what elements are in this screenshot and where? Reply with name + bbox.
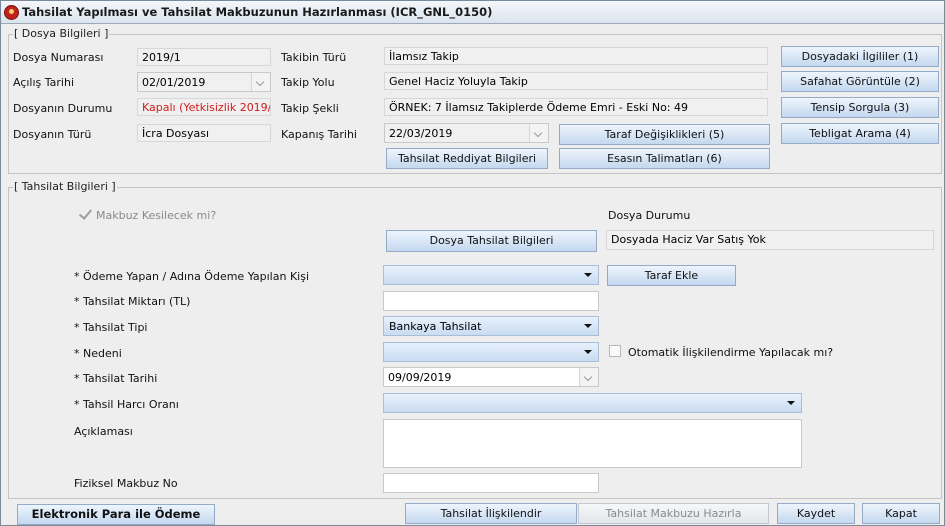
tahsilat-bilgileri-label: [ Tahsilat Bilgileri ] [13, 180, 117, 193]
tahsilat-tipi-label: * Tahsilat Tipi [74, 321, 148, 334]
kapanis-tarihi-value: 22/03/2019 [389, 127, 453, 140]
acilis-tarihi-value: 02/01/2019 [142, 76, 206, 89]
takip-sekli-field: ÖRNEK: 7 İlamsız Takiplerde Ödeme Emri -… [384, 98, 768, 116]
dosya-durumu-field: Dosyada Haciz Var Satış Yok [606, 230, 934, 250]
otomatik-iliskilendirme-label: Otomatik İlişkilendirme Yapılacak mı? [628, 346, 834, 359]
tahsilat-tipi-value: Bankaya Tahsilat [389, 320, 482, 333]
takibin-turu-field: İlamsız Takip [384, 47, 768, 65]
taraf-degisiklikleri-button[interactable]: Taraf Değişiklikleri (5) [559, 124, 770, 145]
tebligat-arama-button[interactable]: Tebligat Arama (4) [781, 123, 939, 144]
fiziksel-makbuz-label: Fiziksel Makbuz No [74, 477, 178, 490]
kaydet-button[interactable]: Kaydet [777, 503, 855, 524]
tahsil-harci-select[interactable] [383, 393, 802, 413]
tahsilat-miktari-label: * Tahsilat Miktarı (TL) [74, 295, 191, 308]
fiziksel-makbuz-input[interactable] [383, 473, 599, 493]
title-bar: Tahsilat Yapılması ve Tahsilat Makbuzunu… [1, 1, 944, 24]
dosya-numarasi-label: Dosya Numarası [13, 51, 104, 64]
dosya-tahsilat-bilgileri-button[interactable]: Dosya Tahsilat Bilgileri [386, 230, 597, 252]
taraf-ekle-button[interactable]: Taraf Ekle [607, 265, 736, 286]
tahsilat-tarihi-value: 09/09/2019 [388, 371, 452, 384]
dropdown-arrow-icon [584, 273, 592, 277]
nedeni-select[interactable] [383, 342, 599, 362]
dosya-bilgileri-label: [ Dosya Bilgileri ] [13, 27, 110, 40]
esasin-talimatlari-button[interactable]: Esasın Talimatları (6) [559, 148, 770, 169]
safahat-goruntule-button[interactable]: Safahat Görüntüle (2) [781, 71, 939, 92]
kapanis-tarihi-field[interactable]: 22/03/2019 [384, 123, 549, 143]
dosyanin-durumu-label: Dosyanın Durumu [13, 102, 113, 115]
dosya-durumu-label: Dosya Durumu [608, 209, 691, 222]
tahsilat-tarihi-label: * Tahsilat Tarihi [74, 372, 158, 385]
chevron-down-icon[interactable] [251, 73, 270, 91]
odeme-yapan-select[interactable] [383, 265, 599, 285]
aciklama-textarea[interactable] [383, 419, 802, 468]
emblem-icon [4, 5, 19, 20]
otomatik-iliskilendirme-checkbox[interactable] [609, 345, 621, 357]
chevron-down-icon[interactable] [579, 368, 598, 386]
check-icon [78, 207, 92, 221]
chevron-down-icon[interactable] [529, 124, 548, 142]
nedeni-label: * Nedeni [74, 347, 122, 360]
main-window: Tahsilat Yapılması ve Tahsilat Makbuzunu… [0, 0, 945, 526]
makbuz-kesilecek-label: Makbuz Kesilecek mi? [96, 209, 217, 222]
takibin-turu-label: Takibin Türü [281, 51, 347, 64]
dropdown-arrow-icon [787, 401, 795, 405]
tensip-sorgula-button[interactable]: Tensip Sorgula (3) [781, 97, 939, 118]
window-title: Tahsilat Yapılması ve Tahsilat Makbuzunu… [22, 5, 493, 19]
acilis-tarihi-field[interactable]: 02/01/2019 [137, 72, 271, 92]
aciklama-label: Açıklaması [74, 425, 133, 438]
tahsilat-tipi-select[interactable]: Bankaya Tahsilat [383, 316, 599, 336]
dosyadaki-ilgililer-button[interactable]: Dosyadaki İlgililer (1) [781, 46, 939, 67]
elektronik-para-button[interactable]: Elektronik Para ile Ödeme [17, 504, 215, 525]
takip-yolu-label: Takip Yolu [281, 76, 335, 89]
tahsilat-tarihi-field[interactable]: 09/09/2019 [383, 367, 599, 387]
dosya-numarasi-field: 2019/1 [137, 48, 271, 66]
takip-yolu-field: Genel Haciz Yoluyla Takip [384, 72, 768, 90]
dosyanin-durumu-field: Kapalı (Yetkisizlik 2019/1 [137, 98, 271, 116]
dropdown-arrow-icon [584, 324, 592, 328]
acilis-tarihi-label: Açılış Tarihi [13, 76, 75, 89]
kapanis-tarihi-label: Kapanış Tarihi [281, 128, 357, 141]
tahsilat-miktari-input[interactable] [383, 291, 599, 311]
takip-sekli-label: Takip Şekli [281, 102, 339, 115]
dosyanin-turu-label: Dosyanın Türü [13, 128, 92, 141]
tahsilat-makbuzu-hazirla-button[interactable]: Tahsilat Makbuzu Hazırla [578, 503, 769, 524]
dropdown-arrow-icon [584, 350, 592, 354]
tahsilat-iliskilendir-button[interactable]: Tahsilat İlişkilendir [405, 503, 577, 524]
tahsilat-reddiyat-button[interactable]: Tahsilat Reddiyat Bilgileri [386, 148, 548, 169]
odeme-yapan-label: * Ödeme Yapan / Adına Ödeme Yapılan Kişi [74, 270, 309, 283]
dosyanin-turu-field: İcra Dosyası [137, 124, 271, 142]
kapat-button[interactable]: Kapat [862, 503, 940, 524]
tahsil-harci-label: * Tahsil Harcı Oranı [74, 398, 179, 411]
